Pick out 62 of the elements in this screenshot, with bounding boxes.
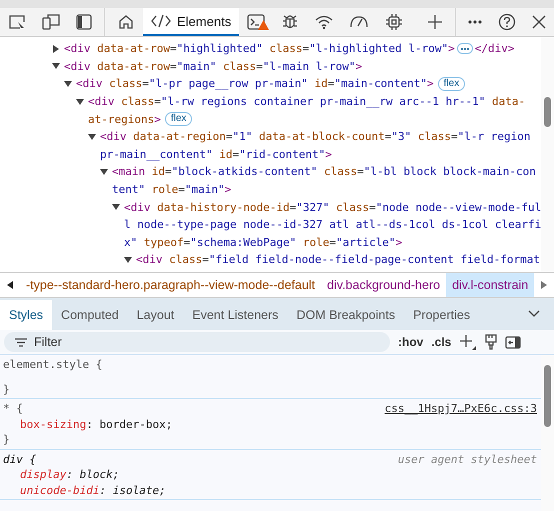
closing-brace: } bbox=[3, 382, 11, 396]
gauge-icon bbox=[349, 14, 370, 30]
html-code-line: <div data-at-row="highlighted" class="l-highlighted l-row"> bbox=[64, 42, 455, 56]
code-icon bbox=[151, 14, 171, 28]
ellipsis-badge[interactable] bbox=[456, 43, 473, 54]
css-selector: div { bbox=[3, 452, 36, 466]
panel-tab[interactable]: Event Listeners bbox=[183, 300, 288, 330]
add-rule-icon[interactable] bbox=[459, 334, 478, 350]
collapse-arrow-icon[interactable] bbox=[76, 98, 84, 106]
warning-icon bbox=[258, 20, 270, 30]
wifi-icon bbox=[315, 14, 334, 30]
html-code-line: <div class="l-rw regions container pr-main__rw arc--1 hr--1" data- bbox=[88, 95, 526, 108]
home-icon bbox=[117, 13, 135, 31]
panel-tab[interactable]: Computed bbox=[52, 300, 128, 330]
chip-icon bbox=[385, 13, 404, 31]
collapse-arrow-icon[interactable] bbox=[64, 80, 72, 88]
toggle-button[interactable]: .cls bbox=[431, 335, 452, 349]
breadcrumb[interactable]: div.background-hero bbox=[321, 273, 446, 297]
html-code-line: tent" role="main"> bbox=[112, 183, 232, 196]
collapse-arrow-icon[interactable] bbox=[52, 62, 60, 70]
expand-arrow-icon[interactable] bbox=[52, 44, 60, 53]
html-code-line: <div class="field field-node--field-page-content field-format bbox=[136, 253, 540, 266]
console-icon bbox=[247, 14, 266, 30]
collapse-arrow-icon[interactable] bbox=[112, 203, 120, 212]
panel-tab[interactable]: Styles bbox=[0, 300, 52, 330]
html-code-line: <div data-at-row="main" class="l-main l-row"> bbox=[64, 60, 362, 73]
closing-tag: </div> bbox=[474, 42, 515, 56]
scrollbar[interactable] bbox=[541, 37, 554, 272]
html-code-line: pr-main__content" id="rid-content"> bbox=[100, 148, 332, 161]
collapse-arrow-icon[interactable] bbox=[100, 168, 108, 176]
css-selector: * { bbox=[3, 402, 23, 416]
html-code-line: at-regions> bbox=[88, 112, 161, 126]
css-selector: element.style { bbox=[3, 358, 102, 372]
html-code-line: <div class="l-pr page__row pr-main" id="main-content"> bbox=[76, 77, 434, 90]
chevron-down-icon[interactable] bbox=[528, 310, 540, 318]
stylesheet-link[interactable]: css__1Hspj7…PxE6c.css:3 bbox=[384, 402, 537, 416]
html-code-line: x" typeof="schema:WebPage" role="article"> bbox=[124, 236, 402, 249]
breadcrumb[interactable]: -type--standard-hero.paragraph--view-mode--default bbox=[20, 273, 322, 297]
bug-icon bbox=[281, 13, 300, 31]
html-code-line: <div data-history-node-id="327" class="node node--view-mode-ful bbox=[124, 200, 541, 214]
panel-tab[interactable]: Properties bbox=[404, 300, 480, 330]
filter-icon bbox=[15, 338, 27, 347]
html-code-line: l node--type-page node--id-327 atl atl--ds-1col ds-1col clearfi bbox=[124, 218, 541, 232]
css-declaration[interactable]: box-sizing: border-box; bbox=[3, 418, 537, 431]
elements-tab[interactable]: Elements bbox=[143, 8, 240, 36]
collapse-arrow-icon[interactable] bbox=[88, 132, 96, 141]
breadcrumb[interactable]: div.l-constrain bbox=[446, 273, 534, 297]
flex-badge[interactable]: flex bbox=[164, 112, 192, 126]
sidebar-toggle-icon[interactable] bbox=[505, 336, 522, 348]
flex-badge[interactable]: flex bbox=[438, 76, 466, 91]
panel-tab[interactable]: DOM Breakpoints bbox=[287, 300, 404, 330]
toggle-button[interactable]: :hov bbox=[398, 335, 424, 349]
filter-field[interactable]: Filter bbox=[4, 332, 390, 352]
html-code-line: <main id="block-atkids-content" class="l-bl block block-main-con bbox=[112, 165, 536, 178]
paintbrush-icon[interactable] bbox=[485, 334, 498, 350]
css-declaration[interactable]: unicode-bidi: isolate; bbox=[3, 484, 537, 497]
css-declaration[interactable]: display: block; bbox=[3, 468, 537, 482]
stylesheet-origin: user agent stylesheet bbox=[398, 452, 537, 466]
html-code-line: <div data-at-region="1" data-at-block-count="3" class="l-r region bbox=[100, 130, 531, 144]
panel-tab[interactable]: Layout bbox=[128, 300, 184, 330]
collapse-arrow-icon[interactable] bbox=[124, 256, 132, 264]
closing-brace: } bbox=[3, 433, 11, 446]
